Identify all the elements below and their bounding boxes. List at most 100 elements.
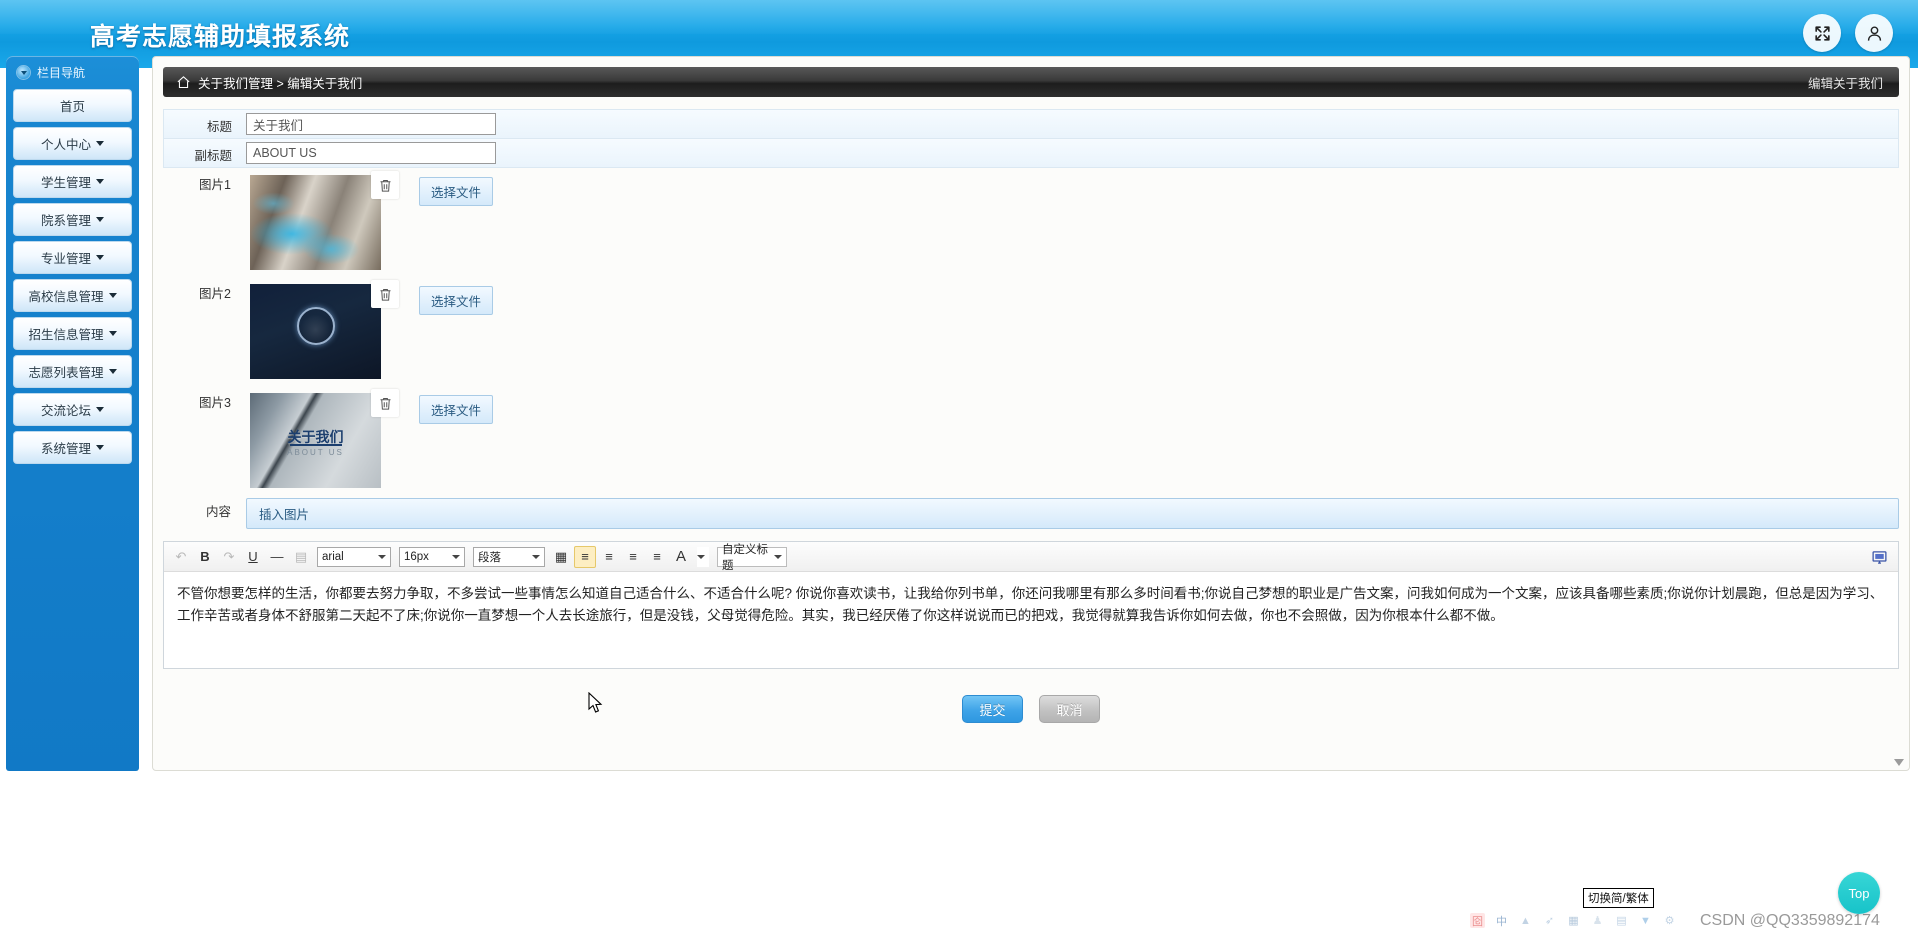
- table-icon[interactable]: ▦: [550, 546, 572, 568]
- ime-funnel-icon[interactable]: ▼: [1638, 913, 1653, 928]
- image1-thumbnail[interactable]: [250, 175, 381, 270]
- sidebar-item-label: 交流论坛: [40, 404, 91, 418]
- ime-punctuation-icon[interactable]: ▲: [1518, 913, 1533, 928]
- sidebar: 栏目导航 首页个人中心学生管理院系管理专业管理高校信息管理 招生信息管理 志愿列表管…: [6, 56, 139, 771]
- subtitle-label: 副标题: [194, 148, 232, 163]
- chevron-down-icon: [96, 255, 104, 260]
- back-to-top-button[interactable]: Top: [1838, 872, 1880, 914]
- sidebar-item-label: 招生信息管理: [28, 328, 104, 342]
- page-break-icon[interactable]: ▤: [290, 546, 312, 568]
- sidebar-item-label: 专业管理: [40, 252, 91, 266]
- custom-heading-select[interactable]: 自定义标题: [717, 544, 787, 572]
- image1-delete-icon[interactable]: [371, 171, 399, 199]
- chevron-down-icon: [96, 407, 104, 412]
- home-icon[interactable]: [176, 75, 191, 90]
- image3-overlay-en: ABOUT US: [287, 448, 344, 458]
- cancel-button[interactable]: 取消: [1039, 695, 1100, 723]
- header-icon-group: [1803, 14, 1893, 52]
- fullscreen-icon[interactable]: [1803, 14, 1841, 52]
- sidebar-nav-header: 栏目导航: [13, 56, 132, 89]
- ime-settings-icon[interactable]: ⚙: [1662, 913, 1677, 928]
- align-center-icon[interactable]: ≡: [622, 546, 644, 568]
- sidebar-item-label: 高校信息管理: [28, 290, 104, 304]
- subtitle-input[interactable]: [246, 142, 496, 164]
- form-row-image1: 图片1 选择文件: [163, 168, 1899, 277]
- sidebar-item-2[interactable]: 学生管理: [13, 165, 132, 198]
- image2-thumbnail[interactable]: [250, 284, 381, 379]
- insert-image-button[interactable]: 插入图片: [246, 498, 1899, 529]
- sidebar-item-label: 系统管理: [40, 442, 91, 456]
- user-icon[interactable]: [1855, 14, 1893, 52]
- chevron-down-icon: [96, 141, 104, 146]
- ime-voice-icon[interactable]: ➶: [1542, 913, 1557, 928]
- font-size-select[interactable]: 16px: [399, 546, 465, 567]
- sidebar-item-4[interactable]: 专业管理: [13, 241, 132, 274]
- editor-toolbar: ↶ B ↷ U — ▤ arial 16px 段落 ▦ ≡ ≡ ≡ ≡ A 自定…: [164, 542, 1898, 572]
- chevron-down-icon: [96, 179, 104, 184]
- sidebar-item-8[interactable]: 交流论坛: [13, 393, 132, 426]
- chevron-down-icon: [108, 369, 117, 374]
- mouse-cursor: [588, 691, 603, 719]
- sidebar-menu: 首页个人中心学生管理院系管理专业管理高校信息管理 招生信息管理 志愿列表管理 交流论坛…: [13, 89, 132, 464]
- breadcrumb-path: 关于我们管理 > 编辑关于我们: [198, 76, 363, 91]
- form-row-subtitle: 副标题: [163, 139, 1899, 168]
- app-title: 高考志愿辅助填报系统: [90, 23, 351, 51]
- align-left-icon[interactable]: ≡: [574, 545, 596, 568]
- content-label: 内容: [205, 504, 231, 519]
- form-row-image2: 图片2 选择文件: [163, 277, 1899, 386]
- image3-thumbnail-wrap: 关于我们 ABOUT US: [250, 389, 399, 488]
- chevron-down-icon: [108, 293, 117, 298]
- nav-toggle-icon[interactable]: [17, 66, 30, 79]
- watermark: CSDN @QQ3359892174: [1700, 912, 1880, 929]
- chevron-down-icon: [108, 331, 117, 336]
- align-justify-icon[interactable]: ≡: [646, 546, 668, 568]
- ime-person-icon[interactable]: ♟: [1590, 913, 1605, 928]
- form-row-image3: 图片3 关于我们 ABOUT US 选择文件: [163, 386, 1899, 495]
- bold-icon[interactable]: B: [194, 546, 216, 568]
- image3-delete-icon[interactable]: [371, 389, 399, 417]
- breadcrumb-right-label: 编辑关于我们: [1807, 76, 1883, 91]
- title-label: 标题: [206, 119, 232, 134]
- monitor-icon[interactable]: [1868, 546, 1890, 568]
- text-color-icon[interactable]: A: [670, 546, 692, 568]
- main-panel: 关于我们管理 > 编辑关于我们 编辑关于我们 标题 副标题 图片1: [152, 56, 1910, 771]
- breadcrumb: 关于我们管理 > 编辑关于我们 编辑关于我们: [163, 67, 1899, 97]
- form-action-row: 提交 取消: [153, 695, 1909, 723]
- title-input[interactable]: [246, 113, 496, 135]
- image1-label: 图片1: [199, 177, 231, 192]
- image3-choose-file-button[interactable]: 选择文件: [419, 395, 494, 424]
- ime-toolbox-icon[interactable]: ▤: [1614, 913, 1629, 928]
- chevron-down-icon: [96, 445, 104, 450]
- sidebar-item-6[interactable]: 招生信息管理: [13, 317, 132, 350]
- font-family-select[interactable]: arial: [317, 546, 391, 567]
- edit-form: 标题 副标题 图片1: [153, 97, 1909, 532]
- image1-choose-file-button[interactable]: 选择文件: [419, 177, 494, 206]
- sidebar-item-1[interactable]: 个人中心: [13, 127, 132, 160]
- scroll-down-caret[interactable]: [1894, 759, 1904, 766]
- sidebar-item-0[interactable]: 首页: [13, 89, 132, 122]
- sidebar-item-5[interactable]: 高校信息管理: [13, 279, 132, 312]
- paragraph-style-select[interactable]: 段落: [473, 546, 545, 567]
- sidebar-item-label: 院系管理: [40, 214, 91, 228]
- submit-button[interactable]: 提交: [962, 695, 1023, 723]
- image2-choose-file-button[interactable]: 选择文件: [419, 286, 494, 315]
- editor-content[interactable]: 不管你想要怎样的生活，你都要去努力争取，不多尝试一些事情怎么知道自己适合什么、不…: [164, 572, 1898, 668]
- chevron-down-icon: [96, 217, 104, 222]
- sidebar-item-label: 首页: [59, 100, 85, 114]
- sidebar-item-3[interactable]: 院系管理: [13, 203, 132, 236]
- image2-delete-icon[interactable]: [371, 280, 399, 308]
- redo-icon[interactable]: ↷: [218, 546, 240, 568]
- undo-icon[interactable]: ↶: [170, 546, 192, 568]
- sidebar-item-9[interactable]: 系统管理: [13, 431, 132, 464]
- ime-chinese-mode-icon[interactable]: 中: [1494, 913, 1509, 928]
- underline-icon[interactable]: U: [242, 546, 264, 568]
- sidebar-item-label: 志愿列表管理: [28, 366, 104, 380]
- align-right-icon[interactable]: ≡: [598, 546, 620, 568]
- image3-thumbnail[interactable]: 关于我们 ABOUT US: [250, 393, 381, 488]
- horizontal-rule-icon[interactable]: —: [266, 546, 288, 568]
- ime-keyboard-icon[interactable]: ▦: [1566, 913, 1581, 928]
- ime-logo-icon[interactable]: 囵: [1470, 913, 1485, 928]
- sidebar-item-label: 学生管理: [40, 176, 91, 190]
- sidebar-item-7[interactable]: 志愿列表管理: [13, 355, 132, 388]
- ime-toolbar: 囵 中 ▲ ➶ ▦ ♟ ▤ ▼ ⚙: [1470, 913, 1677, 928]
